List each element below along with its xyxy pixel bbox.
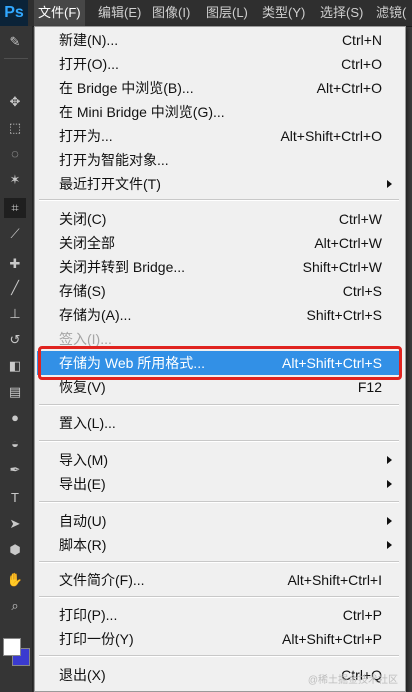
menu-bar: Ps 文件(F) 编辑(E) 图像(I) 图层(L) 类型(Y) 选择(S) 滤… bbox=[0, 0, 412, 27]
menu-item-place[interactable]: 置入(L)... bbox=[37, 411, 402, 435]
toolbar-divider bbox=[4, 58, 28, 59]
menu-item-import[interactable]: 导入(M) bbox=[37, 448, 402, 472]
crop-tool-icon[interactable]: ⌗ bbox=[4, 198, 26, 218]
eraser-icon[interactable]: ◧ bbox=[4, 356, 26, 376]
menu-edit[interactable]: 编辑(E) bbox=[94, 0, 145, 26]
path-select-icon[interactable]: ➤ bbox=[4, 514, 26, 534]
submenu-arrow-icon bbox=[387, 541, 392, 549]
menu-filter[interactable]: 滤镜( bbox=[372, 0, 410, 26]
eyedropper-icon[interactable]: ⟋ bbox=[4, 224, 26, 244]
blur-icon[interactable]: ● bbox=[4, 408, 26, 428]
file-menu-dropdown: 新建(N)... Ctrl+N 打开(O)... Ctrl+O 在 Bridge… bbox=[34, 26, 406, 692]
menu-item-open[interactable]: 打开(O)... Ctrl+O bbox=[37, 52, 402, 76]
menu-item-open-as-smart-object[interactable]: 打开为智能对象... bbox=[37, 148, 402, 172]
menu-item-recent-files[interactable]: 最近打开文件(T) bbox=[37, 172, 402, 196]
menu-item-close-and-go-to-bridge[interactable]: 关闭并转到 Bridge... Shift+Ctrl+W bbox=[37, 255, 402, 279]
history-brush-icon[interactable]: ↺ bbox=[4, 330, 26, 350]
clone-stamp-icon[interactable]: ⊥ bbox=[4, 304, 26, 324]
photoshop-logo: Ps bbox=[0, 0, 28, 26]
foreground-color-swatch[interactable] bbox=[3, 638, 21, 656]
menu-item-revert[interactable]: 恢复(V) F12 bbox=[37, 375, 402, 399]
menu-item-print-one-copy[interactable]: 打印一份(Y) Alt+Shift+Ctrl+P bbox=[37, 627, 402, 651]
gradient-icon[interactable]: ▤ bbox=[4, 382, 26, 402]
marquee-tool-icon[interactable]: ⬚ bbox=[4, 118, 26, 138]
menu-item-new[interactable]: 新建(N)... Ctrl+N bbox=[37, 28, 402, 52]
menu-item-save[interactable]: 存储(S) Ctrl+S bbox=[37, 279, 402, 303]
menu-item-open-as[interactable]: 打开为... Alt+Shift+Ctrl+O bbox=[37, 124, 402, 148]
magic-wand-icon[interactable]: ✶ bbox=[4, 170, 26, 190]
tools-panel: ✎ ✥ ⬚ ◌ ✶ ⌗ ⟋ ✚ ╱ ⊥ ↺ ◧ ▤ ● ◒ ✒ T ➤ ⬢ ✋ … bbox=[0, 26, 33, 692]
menu-separator bbox=[39, 199, 399, 201]
menu-separator bbox=[39, 440, 399, 442]
menu-separator bbox=[39, 501, 399, 503]
submenu-arrow-icon bbox=[387, 456, 392, 464]
menu-item-save-as[interactable]: 存储为(A)... Shift+Ctrl+S bbox=[37, 303, 402, 327]
brush-tool-icon[interactable]: ╱ bbox=[4, 278, 26, 298]
menu-item-print[interactable]: 打印(P)... Ctrl+P bbox=[37, 603, 402, 627]
menu-type[interactable]: 类型(Y) bbox=[258, 0, 309, 26]
type-tool-icon[interactable]: T bbox=[4, 488, 26, 508]
options-icon[interactable]: ✎ bbox=[4, 32, 26, 52]
pen-tool-icon[interactable]: ✒ bbox=[4, 460, 26, 480]
menu-layer[interactable]: 图层(L) bbox=[202, 0, 252, 26]
menu-select[interactable]: 选择(S) bbox=[316, 0, 367, 26]
healing-brush-icon[interactable]: ✚ bbox=[4, 254, 26, 274]
menu-item-close-all[interactable]: 关闭全部 Alt+Ctrl+W bbox=[37, 231, 402, 255]
menu-item-close[interactable]: 关闭(C) Ctrl+W bbox=[37, 207, 402, 231]
menu-separator bbox=[39, 596, 399, 598]
menu-image[interactable]: 图像(I) bbox=[148, 0, 194, 26]
dodge-icon[interactable]: ◒ bbox=[4, 434, 26, 454]
zoom-tool-icon[interactable]: ⌕ bbox=[4, 596, 26, 616]
menu-separator bbox=[39, 655, 399, 657]
menu-item-export[interactable]: 导出(E) bbox=[37, 472, 402, 496]
submenu-arrow-icon bbox=[387, 480, 392, 488]
watermark: @稀土掘金技术社区 bbox=[307, 675, 398, 686]
lasso-tool-icon[interactable]: ◌ bbox=[4, 144, 26, 164]
submenu-arrow-icon bbox=[387, 180, 392, 188]
menu-item-browse-in-mini-bridge[interactable]: 在 Mini Bridge 中浏览(G)... bbox=[37, 100, 402, 124]
shape-tool-icon[interactable]: ⬢ bbox=[4, 540, 26, 560]
menu-separator bbox=[39, 404, 399, 406]
menu-file[interactable]: 文件(F) bbox=[34, 0, 85, 26]
menu-item-scripts[interactable]: 脚本(R) bbox=[37, 533, 402, 557]
menu-item-automate[interactable]: 自动(U) bbox=[37, 509, 402, 533]
menu-item-save-for-web[interactable]: 存储为 Web 所用格式... Alt+Shift+Ctrl+S bbox=[37, 351, 402, 375]
submenu-arrow-icon bbox=[387, 517, 392, 525]
hand-tool-icon[interactable]: ✋ bbox=[4, 570, 26, 590]
menu-item-check-in: 签入(I)... bbox=[59, 331, 112, 347]
move-tool-icon[interactable]: ✥ bbox=[4, 92, 26, 112]
menu-item-file-info[interactable]: 文件简介(F)... Alt+Shift+Ctrl+I bbox=[37, 568, 402, 592]
menu-item-browse-in-bridge[interactable]: 在 Bridge 中浏览(B)... Alt+Ctrl+O bbox=[37, 76, 402, 100]
menu-separator bbox=[39, 561, 399, 563]
